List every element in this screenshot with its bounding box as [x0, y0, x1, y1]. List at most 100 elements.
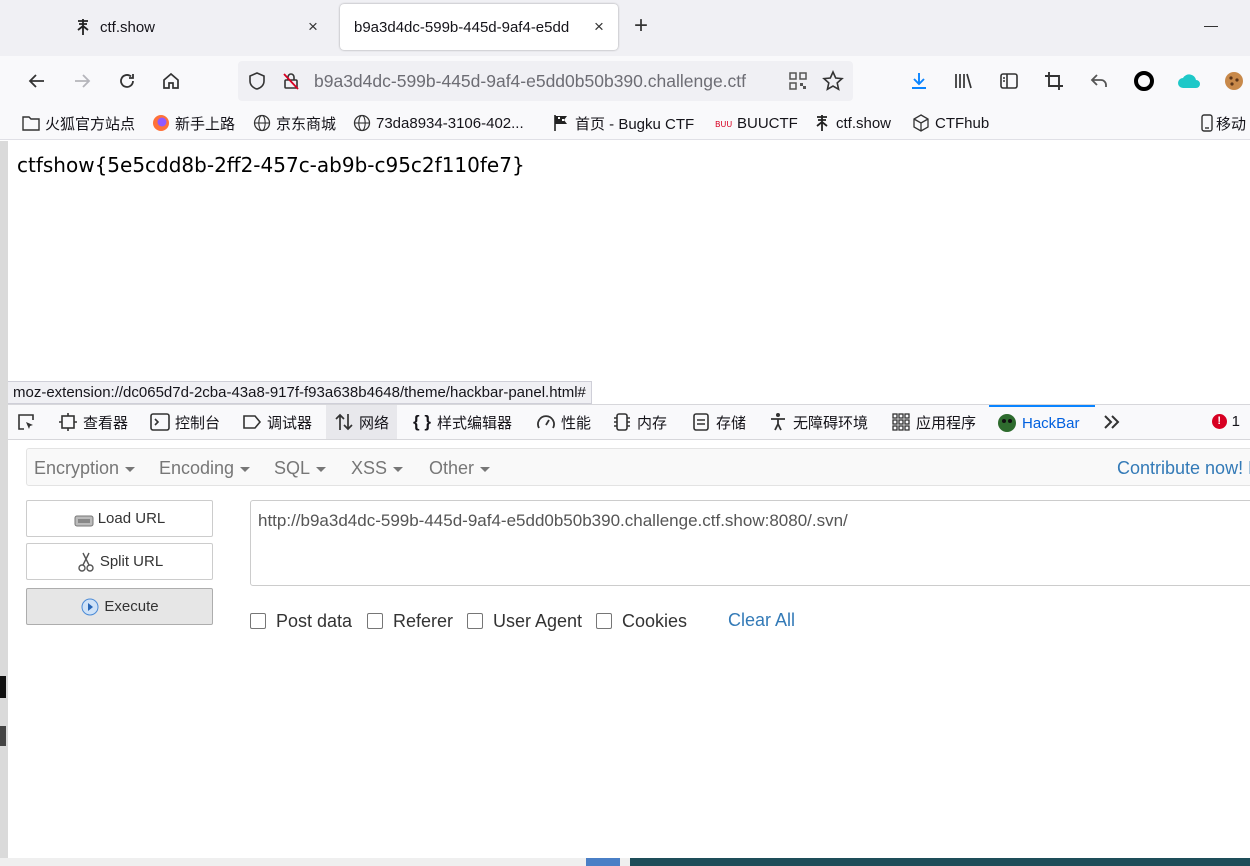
tab-style-editor[interactable]: { } 样式编辑器	[412, 405, 512, 439]
menu-sql[interactable]: SQL	[274, 458, 327, 479]
caret-down-icon	[316, 466, 327, 472]
caret-down-icon	[240, 466, 251, 472]
close-icon[interactable]: ×	[304, 17, 322, 37]
globe-icon	[353, 114, 371, 132]
menu-encryption[interactable]: Encryption	[34, 458, 136, 479]
user-agent-checkbox[interactable]: User Agent	[467, 610, 582, 632]
cloud-icon[interactable]	[1172, 64, 1206, 98]
tab-performance[interactable]: 性能	[536, 405, 591, 439]
url-text: b9a3d4dc-599b-445d-9af4-e5dd0b50b390.cha…	[314, 71, 747, 91]
tab-label: 网络	[359, 414, 390, 432]
crop-icon[interactable]	[1037, 64, 1071, 98]
play-icon	[80, 597, 100, 617]
referer-checkbox[interactable]: Referer	[367, 610, 453, 632]
bookmark-label: 73da8934-3106-402...	[376, 114, 524, 132]
new-tab-button[interactable]: +	[634, 14, 648, 38]
bookmark-item[interactable]: 新手上路	[152, 112, 235, 134]
console-icon	[150, 412, 170, 432]
bookmark-item[interactable]: BUU BUUCTF	[714, 112, 798, 134]
load-url-button[interactable]: Load URL	[26, 500, 213, 537]
bookmark-item[interactable]: CTFhub	[912, 112, 989, 134]
tab-label: 调试器	[267, 414, 313, 432]
hackbar-icon	[997, 413, 1017, 433]
svg-text:BUU: BUU	[715, 120, 732, 129]
url-textarea[interactable]: http://b9a3d4dc-599b-445d-9af4-e5dd0b50b…	[250, 500, 1250, 586]
cookies-checkbox[interactable]: Cookies	[596, 610, 687, 632]
bookmark-label: BUUCTF	[737, 114, 798, 132]
tab-application[interactable]: 应用程序	[891, 405, 976, 439]
menu-xss[interactable]: XSS	[351, 458, 404, 479]
load-icon	[74, 509, 94, 529]
bookmark-star-icon[interactable]	[821, 69, 845, 93]
contribute-link[interactable]: Contribute now! H	[1117, 458, 1250, 479]
bookmark-item[interactable]: 移动	[1201, 112, 1246, 134]
tab-challenge[interactable]: b9a3d4dc-599b-445d-9af4-e5dd ×	[340, 4, 618, 50]
execute-button[interactable]: Execute	[26, 588, 213, 625]
qr-code-icon[interactable]	[786, 69, 810, 93]
scissors-icon	[76, 552, 96, 572]
element-picker-icon[interactable]	[16, 405, 41, 439]
tab-accessibility[interactable]: 无障碍环境	[768, 405, 868, 439]
url-bar[interactable]: b9a3d4dc-599b-445d-9af4-e5dd0b50b390.cha…	[238, 61, 853, 101]
inspector-icon	[58, 412, 78, 432]
reload-icon[interactable]	[110, 64, 144, 98]
checkbox-icon[interactable]	[596, 613, 612, 629]
undo-icon[interactable]	[1082, 64, 1116, 98]
checkbox-icon[interactable]	[250, 613, 266, 629]
more-tabs-chevron-icon[interactable]	[1102, 405, 1127, 439]
memory-icon	[612, 412, 632, 432]
tab-title: b9a3d4dc-599b-445d-9af4-e5dd	[354, 18, 570, 36]
menu-other[interactable]: Other	[429, 458, 491, 479]
caret-down-icon	[125, 466, 136, 472]
split-url-button[interactable]: Split URL	[26, 543, 213, 580]
ctfshow-icon	[74, 18, 92, 36]
clear-all-link[interactable]: Clear All	[728, 610, 795, 631]
bookmark-label: 移动	[1216, 115, 1247, 133]
tab-console[interactable]: 控制台	[150, 405, 220, 439]
tab-label: 无障碍环境	[793, 414, 869, 432]
navigation-bar: b9a3d4dc-599b-445d-9af4-e5dd0b50b390.cha…	[0, 56, 1250, 106]
bookmark-item[interactable]: 火狐官方站点	[22, 112, 135, 134]
gauge-icon	[536, 412, 556, 432]
tab-ctfshow[interactable]: ctf.show ×	[60, 4, 332, 50]
tab-memory[interactable]: 内存	[612, 405, 667, 439]
bookmark-item[interactable]: ctf.show	[813, 112, 891, 134]
shield-icon[interactable]	[245, 69, 269, 93]
storage-icon	[691, 412, 711, 432]
tab-label: HackBar	[1022, 414, 1080, 432]
close-icon[interactable]: ×	[590, 17, 608, 37]
bookmark-item[interactable]: 京东商城	[253, 112, 336, 134]
checkbox-icon[interactable]	[467, 613, 483, 629]
tab-network[interactable]: 网络	[326, 405, 398, 439]
tab-label: 存储	[716, 414, 747, 432]
tab-hackbar[interactable]: HackBar	[989, 405, 1095, 439]
bookmark-item[interactable]: 首页 - Bugku CTF	[552, 112, 694, 134]
cookie-icon[interactable]	[1217, 64, 1250, 98]
tab-storage[interactable]: 存储	[691, 405, 746, 439]
debugger-icon	[242, 412, 262, 432]
checkbox-icon[interactable]	[367, 613, 383, 629]
accessibility-icon	[768, 412, 788, 432]
bookmark-label: 火狐官方站点	[45, 115, 136, 133]
menu-encoding[interactable]: Encoding	[159, 458, 251, 479]
tab-label: 查看器	[83, 414, 129, 432]
bookmark-item[interactable]: 73da8934-3106-402...	[353, 112, 524, 134]
home-icon[interactable]	[154, 64, 188, 98]
bookmark-label: 首页 - Bugku CTF	[575, 115, 695, 133]
tab-debugger[interactable]: 调试器	[242, 405, 312, 439]
firefox-icon	[152, 114, 170, 132]
library-icon[interactable]	[946, 64, 980, 98]
forward-icon[interactable]	[65, 64, 99, 98]
error-count[interactable]: ! 1	[1211, 413, 1240, 430]
minimize-icon[interactable]	[1204, 26, 1218, 27]
circle-extension-icon[interactable]	[1127, 64, 1161, 98]
tab-inspector[interactable]: 查看器	[58, 405, 128, 439]
download-icon[interactable]	[902, 64, 936, 98]
devtools-toolbar: 查看器 控制台 调试器 网络 { } 样式编辑器 性能 内存 存储 无障碍环境 …	[8, 404, 1250, 440]
sidebar-icon[interactable]	[992, 64, 1026, 98]
post-data-checkbox[interactable]: Post data	[250, 610, 352, 632]
flag-icon	[552, 114, 570, 132]
insecure-lock-icon[interactable]	[279, 69, 303, 93]
page-content: ctfshow{5e5cdd8b-2ff2-457c-ab9b-c95c2f11…	[8, 141, 1250, 403]
back-icon[interactable]	[20, 64, 54, 98]
